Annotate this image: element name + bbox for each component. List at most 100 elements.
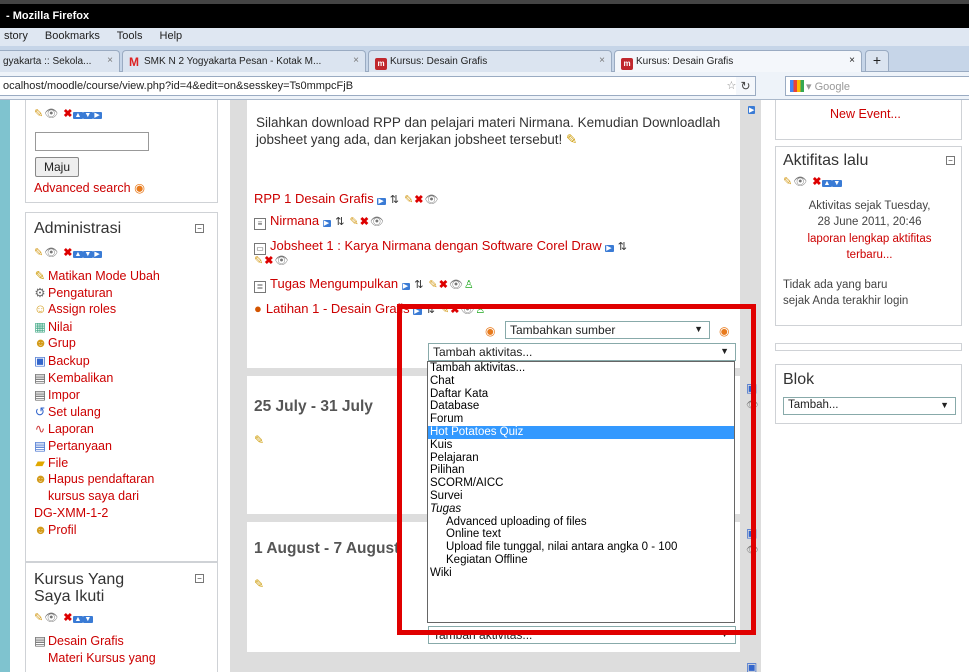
wrench-icon: ⚙ <box>34 286 46 300</box>
admin-item-import[interactable]: ▤ Impor <box>34 387 80 402</box>
help-icon[interactable]: ◉ <box>134 181 145 195</box>
resource-nirmana[interactable]: ≡ Nirmana ▶ ⇅ ✎✖👁 <box>254 213 385 230</box>
section-summary: Silahkan download RPP dan pelajari mater… <box>256 115 721 147</box>
admin-item-edit-mode[interactable]: ✎ Matikan Mode Ubah <box>34 268 160 283</box>
week-title: 1 August - 7 August <box>254 540 400 557</box>
block-edit-icons[interactable]: ✎👁 ✖▲ ▼ <box>783 175 843 188</box>
recent-activity-block: Aktifitas lalu − ✎👁 ✖▲ ▼ Aktivitas sejak … <box>775 146 962 326</box>
nothing-new-text: Tidak ada yang baru sejak Anda terakhir l… <box>783 279 909 307</box>
resource-edit-icons[interactable]: ▶ ⇅ <box>605 241 628 253</box>
tab-kursus-2[interactable]: m Kursus: Desain Grafis × <box>614 50 862 72</box>
admin-title: Administrasi <box>34 220 122 237</box>
recent-title: Aktifitas lalu <box>783 152 869 169</box>
search-button[interactable]: Maju <box>35 157 79 177</box>
collapse-icon[interactable]: − <box>195 574 204 583</box>
user-icon: ☻ <box>34 472 48 486</box>
admin-item-unenrol[interactable]: ☻Hapus pendaftaran <box>34 472 154 486</box>
course-icon: ▤ <box>34 634 46 648</box>
my-courses-block: Kursus Yang Saya Ikuti − ✎👁 ✖▲ ▼ ▤ Desain G… <box>25 562 218 672</box>
highlight-annotation-frame <box>397 304 756 635</box>
close-icon[interactable]: × <box>107 55 113 66</box>
restore-icon: ▤ <box>34 371 46 385</box>
resource-rpp[interactable]: RPP 1 Desain Grafis ▶ ⇅ ✎✖👁 <box>254 191 439 206</box>
collapse-icon[interactable]: − <box>195 224 204 233</box>
menu-history[interactable]: story <box>4 30 28 42</box>
report-icon: ∿ <box>34 422 46 436</box>
block-edit-icons[interactable]: ✎👁 ✖▲ ▼ <box>34 611 94 624</box>
admin-item-unenrol-line2[interactable]: kursus saya dari <box>48 489 139 503</box>
highlight-icon[interactable]: ▣ <box>746 660 757 672</box>
resource-edit-icons[interactable]: ▶ ⇅ ✎✖👁♙ <box>401 279 475 291</box>
admin-item-unenrol-line3[interactable]: DG-XMM-1-2 <box>34 506 108 520</box>
moodle-icon: m <box>375 58 387 70</box>
course-item-materi[interactable]: Materi Kursus yang <box>48 651 156 665</box>
full-report-link[interactable]: laporan lengkap aktifitas terbaru... <box>776 231 963 263</box>
tab-sekolah[interactable]: gyakarta :: Sekola... × <box>0 50 120 72</box>
admin-item-files[interactable]: ▰ File <box>34 455 68 470</box>
resource-edit-icons[interactable]: ▶ ⇅ ✎✖👁 <box>322 216 385 228</box>
section-separator <box>246 652 741 672</box>
menu-tools[interactable]: Tools <box>117 30 143 42</box>
edit-pencil-icon[interactable]: ✎ <box>254 577 264 591</box>
search-field[interactable] <box>35 132 149 151</box>
search-block: ✎👁 ✖▲ ▼ ▶ Maju Advanced search ◉ <box>25 100 218 203</box>
menu-bookmarks[interactable]: Bookmarks <box>45 30 100 42</box>
resource-edit-icons[interactable]: ▶ ⇅ ✎✖👁 <box>377 194 439 206</box>
advanced-search-link[interactable]: Advanced search ◉ <box>34 180 145 195</box>
url-bar[interactable]: ocalhost/moodle/course/view.php?id=4&edi… <box>0 76 750 96</box>
block-edit-icons[interactable]: ✎👁 ✖▲ ▼ ▶ <box>34 107 102 120</box>
course-item-desain-grafis[interactable]: ▤ Desain Grafis <box>34 633 124 648</box>
quiz-icon: ● <box>254 301 262 316</box>
close-icon[interactable]: × <box>849 55 855 66</box>
admin-item-questions[interactable]: ▤ Pertanyaan <box>34 438 112 453</box>
admin-item-backup[interactable]: ▣ Backup <box>34 353 90 368</box>
block-edit-icons[interactable]: ✎👁 ✖▲ ▼ ▶ <box>34 246 102 259</box>
new-tab-button[interactable]: + <box>865 50 889 72</box>
blocks-title: Blok <box>783 371 815 388</box>
blocks-block: Blok Tambah... ▼ <box>775 364 962 424</box>
questions-icon: ▤ <box>34 439 46 453</box>
admin-item-reset[interactable]: ↺ Set ulang <box>34 404 101 419</box>
admin-item-reports[interactable]: ∿ Laporan <box>34 421 94 436</box>
admin-item-assign-roles[interactable]: ☺Assign roles <box>34 302 116 316</box>
reset-icon: ↺ <box>34 405 46 419</box>
pencil-icon: ✎ <box>34 269 46 283</box>
recent-since: Aktivitas sejak Tuesday, 28 June 2011, 20… <box>808 200 931 228</box>
close-icon[interactable]: × <box>599 55 605 66</box>
moodle-icon: m <box>621 58 633 70</box>
google-icon <box>790 80 804 92</box>
admin-item-groups[interactable]: ☻Grup <box>34 336 76 350</box>
add-block-select[interactable]: Tambah... ▼ <box>783 397 956 415</box>
week-title: 25 July - 31 July <box>254 398 373 415</box>
resource-edit-icons[interactable]: ✎✖👁 <box>254 254 289 267</box>
resource-tugas[interactable]: ≣ Tugas Mengumpulkan ▶ ⇅ ✎✖👁♙ <box>254 276 475 293</box>
grades-icon: ▦ <box>34 320 46 334</box>
empty-block <box>775 343 962 351</box>
edit-pencil-icon[interactable]: ✎ <box>566 132 577 147</box>
group-icon: ☻ <box>34 336 48 350</box>
collapse-icon[interactable]: − <box>946 156 955 165</box>
menu-help[interactable]: Help <box>160 30 183 42</box>
section-side-bar <box>230 100 246 672</box>
tab-gmail[interactable]: M SMK N 2 Yogyakarta Pesan - Kotak M... × <box>122 50 366 72</box>
tab-kursus-1[interactable]: m Kursus: Desain Grafis × <box>368 50 612 72</box>
assignment-icon: ≣ <box>254 281 266 293</box>
search-input[interactable]: ▾ Google <box>785 76 969 96</box>
admin-item-settings[interactable]: ⚙ Pengaturan <box>34 285 112 300</box>
admin-block: Administrasi − ✎👁 ✖▲ ▼ ▶ ✎ Matikan Mode Uba… <box>25 212 218 562</box>
user-icon: ☻ <box>34 523 48 537</box>
page-icon: ≡ <box>254 218 266 230</box>
users-icon: ☺ <box>34 302 47 316</box>
nav-bar: ocalhost/moodle/course/view.php?id=4&edi… <box>0 72 969 100</box>
section-add-icon[interactable]: ▶ <box>748 106 756 114</box>
close-icon[interactable]: × <box>353 55 359 66</box>
new-event-link[interactable]: New Event... <box>830 107 901 121</box>
admin-item-restore[interactable]: ▤ Kembalikan <box>34 370 113 385</box>
admin-item-profile[interactable]: ☻Profil <box>34 523 76 537</box>
page-edge <box>0 100 10 672</box>
edit-pencil-icon[interactable]: ✎ <box>254 433 264 447</box>
reload-icon[interactable]: ↻ <box>736 76 756 96</box>
resource-jobsheet[interactable]: ▭ Jobsheet 1 : Karya Nirmana dengan Softw… <box>254 238 628 255</box>
admin-item-grades[interactable]: ▦ Nilai <box>34 319 72 334</box>
tab-bar: gyakarta :: Sekola... × M SMK N 2 Yogyakar… <box>0 46 969 72</box>
